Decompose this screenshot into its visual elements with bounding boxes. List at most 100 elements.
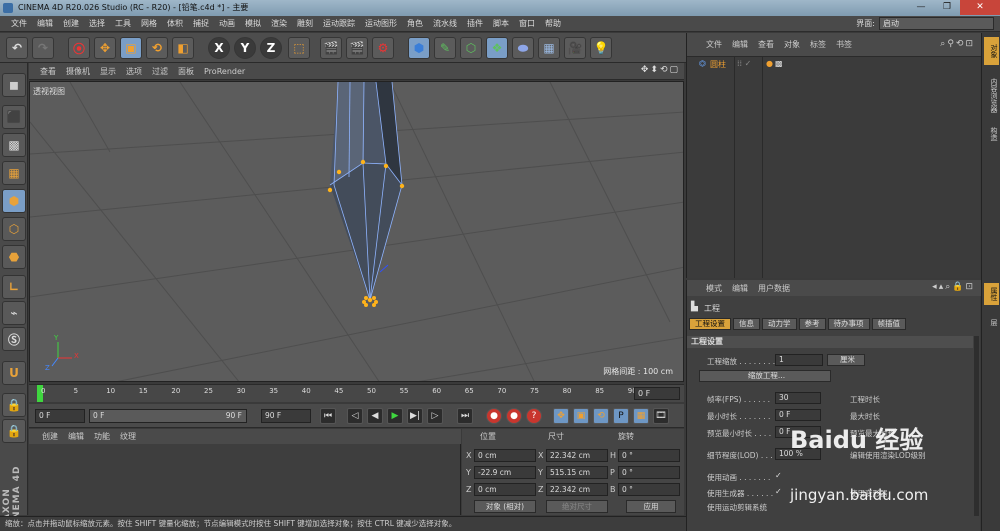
size-x-field[interactable]: 22.342 cm — [546, 449, 608, 462]
viewport-navigation-icons[interactable]: ✥⬍⟲▢ — [641, 65, 680, 75]
menu-select[interactable]: 选择 — [84, 18, 110, 29]
frame-range-slider[interactable]: 0 F 90 F — [89, 409, 247, 423]
menu-mesh[interactable]: 网格 — [136, 18, 162, 29]
object-row[interactable]: ⏣ 圆柱 ⁞⁞ ✓ ● ▩ — [687, 58, 981, 70]
size-mode-select[interactable]: 绝对尺寸 — [546, 500, 608, 513]
workplane-icon[interactable]: ▦ — [2, 161, 26, 185]
current-frame-field[interactable]: 0 F — [634, 387, 680, 400]
key-parameter-button[interactable]: P — [613, 408, 629, 424]
menu-window[interactable]: 窗口 — [514, 18, 540, 29]
phong-tag-icon[interactable]: ● — [766, 59, 773, 68]
coordinate-mode-select[interactable]: 对象 (相对) — [474, 500, 536, 513]
z-axis-icon[interactable]: Z — [260, 37, 282, 59]
object-menu-view[interactable]: 查看 — [753, 39, 779, 50]
position-y-field[interactable]: -22.9 cm — [474, 466, 536, 479]
deformer-icon[interactable]: ⬬ — [512, 37, 534, 59]
key-point-level-button[interactable]: ▦ — [633, 408, 649, 424]
viewport-menu-display[interactable]: 显示 — [95, 66, 121, 77]
object-menu-file[interactable]: 文件 — [701, 39, 727, 50]
points-mode-icon[interactable]: ⬢ — [2, 189, 26, 213]
menu-motion-tracking[interactable]: 运动跟踪 — [318, 18, 360, 29]
tab-project-settings[interactable]: 工程设置 — [689, 318, 731, 330]
right-tab-structure[interactable]: 构造 — [984, 123, 999, 145]
visibility-dots-icon[interactable]: ⁞⁞ ✓ — [737, 59, 751, 68]
polygons-mode-icon[interactable]: ⬣ — [2, 245, 26, 269]
coordinate-system-icon[interactable]: ⬚ — [288, 37, 310, 59]
keyframe-selection-button[interactable]: ? — [526, 408, 542, 424]
rotate-icon[interactable]: ⟲ — [146, 37, 168, 59]
object-menu-objects[interactable]: 对象 — [779, 39, 805, 50]
key-scale-button[interactable]: ▣ — [573, 408, 589, 424]
light-icon[interactable]: 💡 — [590, 37, 612, 59]
live-select-icon[interactable]: ⦿ — [68, 37, 90, 59]
tab-referencing[interactable]: 参考 — [798, 318, 826, 330]
previous-frame-button[interactable]: ◀ — [367, 408, 383, 424]
magnet-icon[interactable]: U — [2, 361, 26, 385]
object-menu-edit[interactable]: 编辑 — [727, 39, 753, 50]
object-menu-bookmarks[interactable]: 书签 — [831, 39, 857, 50]
menu-plugins[interactable]: 插件 — [462, 18, 488, 29]
position-x-field[interactable]: 0 cm — [474, 449, 536, 462]
planar-workplane-icon[interactable]: 🔒 — [2, 419, 26, 443]
make-editable-icon[interactable]: ◼ — [2, 73, 26, 97]
rotation-b-field[interactable]: 0 ° — [618, 483, 680, 496]
position-z-field[interactable]: 0 cm — [474, 483, 536, 496]
right-tab-layers[interactable]: 层 — [984, 313, 999, 331]
project-scale-field[interactable]: 1 — [775, 354, 823, 366]
timeline-window-button[interactable]: 🎞 — [653, 408, 669, 424]
menu-mograph[interactable]: 运动图形 — [360, 18, 402, 29]
menu-volume[interactable]: 体积 — [162, 18, 188, 29]
fps-field[interactable]: 30 — [775, 392, 821, 404]
rotation-h-field[interactable]: 0 ° — [618, 449, 680, 462]
menu-create[interactable]: 创建 — [58, 18, 84, 29]
menu-snap[interactable]: 捕捉 — [188, 18, 214, 29]
material-menu-function[interactable]: 功能 — [89, 431, 115, 442]
snap-icon[interactable]: Ⓢ — [2, 327, 26, 351]
go-to-end-button[interactable]: ⏭ — [457, 408, 473, 424]
maximize-button[interactable]: ❐ — [934, 0, 960, 15]
viewport-menu-panel[interactable]: 面板 — [173, 66, 199, 77]
right-tab-attributes[interactable]: 属性 — [984, 283, 999, 305]
axis-mode-icon[interactable]: ∟ — [2, 275, 26, 299]
texture-mode-icon[interactable]: ▩ — [2, 133, 26, 157]
object-manager-search-icon[interactable]: ⌕⚲⟲⊡ — [940, 39, 975, 49]
render-view-icon[interactable]: 🎬 — [320, 37, 342, 59]
viewport-menu-camera[interactable]: 摄像机 — [61, 66, 95, 77]
perspective-viewport[interactable]: 透视视图 Y X Z 网格间距 : 100 cm — [29, 81, 684, 382]
move-icon[interactable]: ✥ — [94, 37, 116, 59]
play-forward-button[interactable]: ▶ — [387, 408, 403, 424]
redo-icon[interactable]: ↷ — [32, 37, 54, 59]
attribute-menu-mode[interactable]: 模式 — [701, 283, 727, 294]
viewport-menu-filter[interactable]: 过滤 — [147, 66, 173, 77]
menu-script[interactable]: 脚本 — [488, 18, 514, 29]
tweak-mode-icon[interactable]: ⌁ — [2, 301, 26, 325]
subdivision-icon[interactable]: ⬡ — [460, 37, 482, 59]
tab-todo[interactable]: 待办事项 — [827, 318, 870, 330]
previous-key-button[interactable]: ◁ — [347, 408, 363, 424]
menu-pipeline[interactable]: 流水线 — [428, 18, 462, 29]
edit-render-settings-icon[interactable]: ⚙ — [372, 37, 394, 59]
go-to-start-button[interactable]: ⏮ — [320, 408, 336, 424]
size-z-field[interactable]: 22.342 cm — [546, 483, 608, 496]
material-menu-create[interactable]: 创建 — [37, 431, 63, 442]
array-icon[interactable]: ❖ — [486, 37, 508, 59]
scale-project-button[interactable]: 缩放工程... — [699, 370, 831, 382]
size-y-field[interactable]: 515.15 cm — [546, 466, 608, 479]
y-axis-icon[interactable]: Y — [234, 37, 256, 59]
layout-select[interactable]: 启动 — [879, 17, 994, 30]
next-key-button[interactable]: ▷ — [427, 408, 443, 424]
texture-tag-icon[interactable]: ▩ — [775, 59, 783, 68]
menu-sculpt[interactable]: 雕刻 — [292, 18, 318, 29]
render-picture-queue-icon[interactable]: 🎬 — [346, 37, 368, 59]
undo-icon[interactable]: ↶ — [6, 37, 28, 59]
menu-file[interactable]: 文件 — [6, 18, 32, 29]
attribute-menu-user-data[interactable]: 用户数据 — [753, 283, 795, 294]
menu-help[interactable]: 帮助 — [540, 18, 566, 29]
menu-tools[interactable]: 工具 — [110, 18, 136, 29]
attribute-menu-edit[interactable]: 编辑 — [727, 283, 753, 294]
floor-icon[interactable]: ▦ — [538, 37, 560, 59]
menu-simulate[interactable]: 模拟 — [240, 18, 266, 29]
camera-icon[interactable]: 🎥 — [564, 37, 586, 59]
timeline-ruler[interactable]: 0 5 10 15 20 25 30 35 40 45 50 55 60 65 70 75 80 85 90 0 F — [29, 384, 684, 402]
edges-mode-icon[interactable]: ⬡ — [2, 217, 26, 241]
